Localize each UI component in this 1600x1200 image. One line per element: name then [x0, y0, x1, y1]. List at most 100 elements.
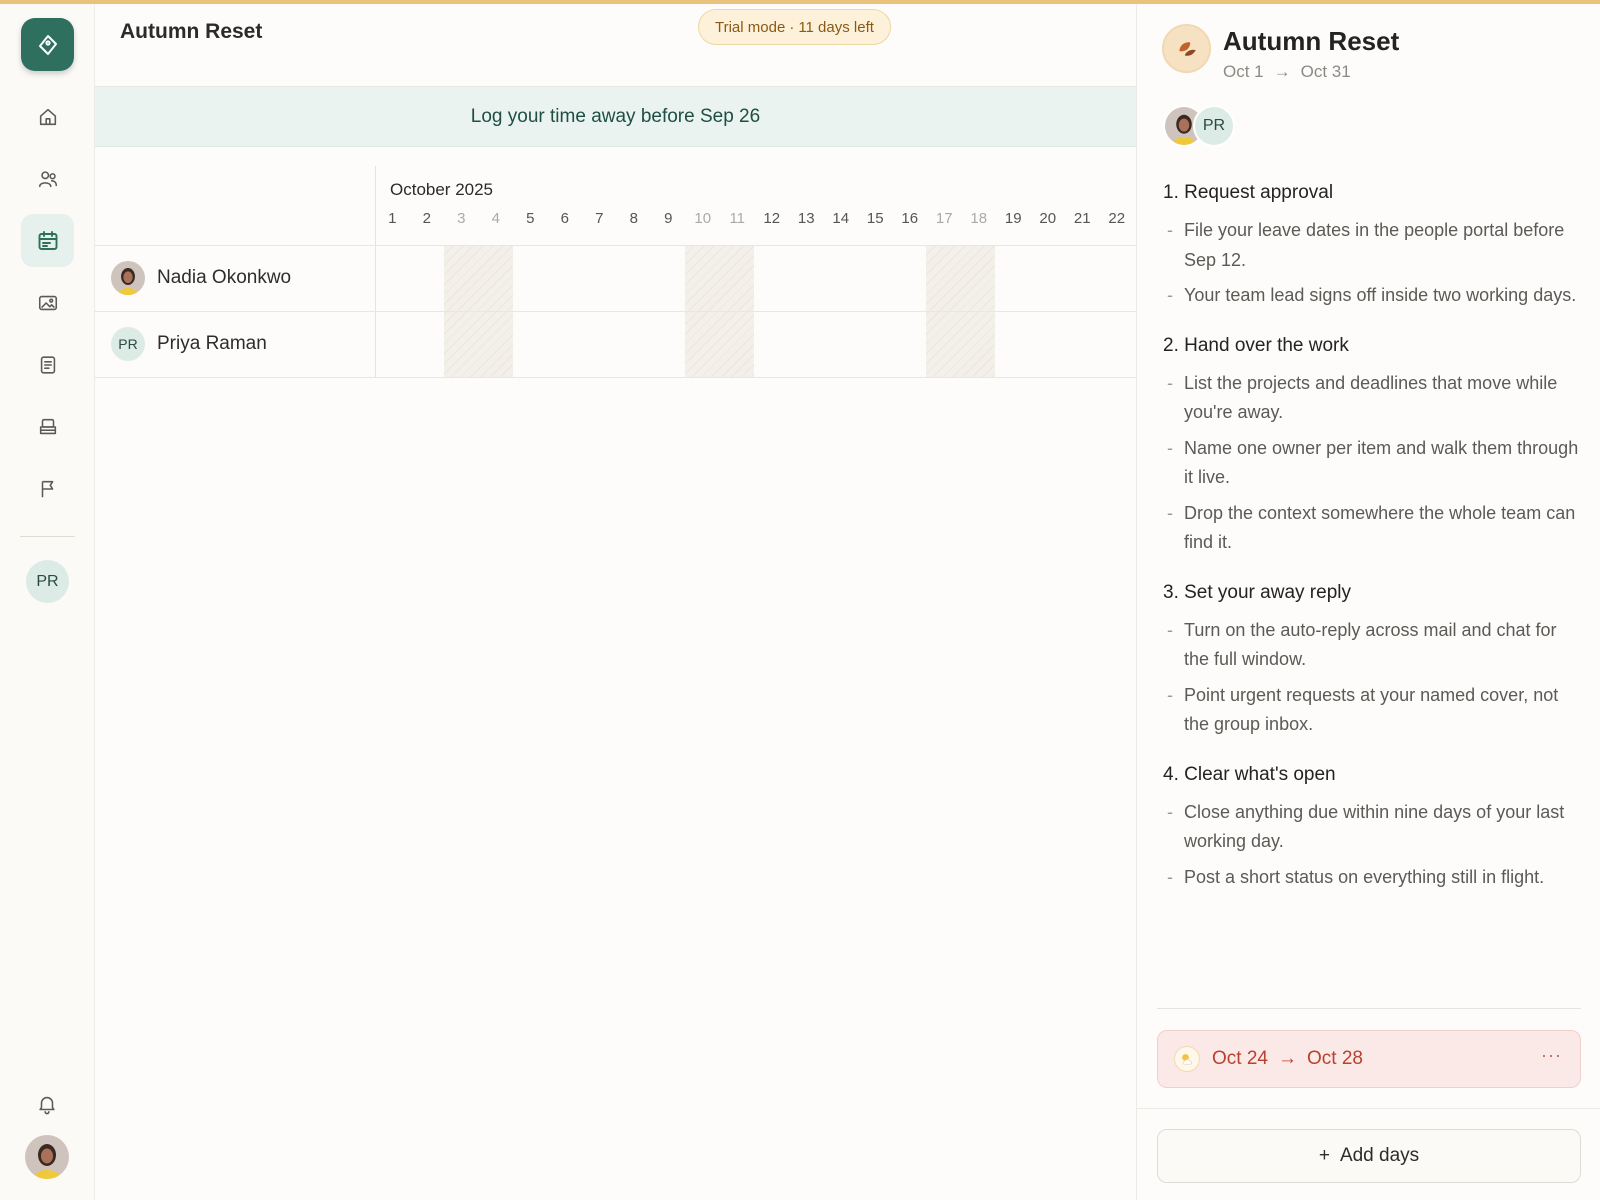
- calendar-day: 21: [1073, 210, 1091, 227]
- table-row[interactable]: Nadia Okonkwo: [111, 258, 291, 298]
- person-avatar: [111, 261, 145, 295]
- calendar-icon: [36, 229, 60, 253]
- add-days-button[interactable]: + Add days: [1157, 1129, 1581, 1183]
- person-name: Nadia Okonkwo: [157, 267, 292, 288]
- checklist: 1. Request approval File your leave dates…: [1163, 178, 1583, 912]
- calendar-day: 8: [629, 210, 638, 227]
- trial-separator: ·: [789, 18, 795, 36]
- weekend-shading: [444, 246, 513, 378]
- calendar-day: 14: [832, 210, 850, 227]
- page-title: Autumn Reset: [120, 20, 263, 43]
- sidebar-team-avatar[interactable]: PR: [26, 560, 69, 603]
- weekend-shading: [685, 246, 754, 378]
- leave-dates: Oct 24 → Oct 28: [1212, 1048, 1363, 1070]
- calendar-day: 4: [491, 210, 500, 227]
- sidebar-divider: [20, 536, 75, 537]
- event-end-date: Oct 31: [1300, 62, 1351, 81]
- leave-end-date: Oct 28: [1306, 1048, 1363, 1069]
- document-icon: [37, 354, 59, 376]
- step-title: 3. Set your away reply: [1163, 581, 1351, 603]
- checklist-step: 2. Hand over the work List the projects a…: [1163, 331, 1583, 558]
- list-item: Your team lead signs off inside two work…: [1163, 281, 1583, 311]
- tray-icon: [37, 416, 59, 438]
- trial-status-badge[interactable]: Trial mode · 11 days left: [698, 9, 891, 45]
- calendar-day: 7: [595, 210, 604, 227]
- deadline-banner: Log your time away before Sep 26: [95, 87, 1136, 147]
- table-row[interactable]: PR Priya Raman: [111, 324, 267, 364]
- checklist-step: 3. Set your away reply Turn on the auto-r…: [1163, 578, 1583, 740]
- leave-start-date: Oct 24: [1212, 1048, 1268, 1069]
- people-icon: [37, 168, 59, 190]
- user-avatar[interactable]: [25, 1135, 69, 1179]
- step-title: 2. Hand over the work: [1163, 334, 1349, 356]
- row-divider: [95, 311, 1136, 312]
- step-title: 4. Clear what's open: [1163, 763, 1336, 785]
- participants[interactable]: PR: [1163, 105, 1263, 147]
- event-title: Autumn Reset: [1223, 26, 1400, 56]
- calendar-day: 9: [664, 210, 673, 227]
- image-icon: [37, 292, 59, 314]
- event-start-date: Oct 1: [1223, 62, 1264, 81]
- tag-icon: [36, 33, 60, 57]
- checklist-step: 4. Clear what's open Close anything due w…: [1163, 760, 1583, 893]
- top-accent-bar: [0, 0, 1600, 4]
- list-item: Close anything due within nine days of y…: [1163, 798, 1583, 857]
- person-avatar: PR: [111, 327, 145, 361]
- list-item: File your leave dates in the people port…: [1163, 216, 1583, 275]
- trial-days-left: 11 days left: [798, 18, 874, 36]
- sidebar-item-gallery[interactable]: [21, 276, 74, 329]
- participant-avatar-initials: PR: [1193, 105, 1235, 147]
- sun-cloud-icon: [1174, 1046, 1200, 1072]
- arrow-right-icon: →: [1277, 1048, 1297, 1069]
- list-item: List the projects and deadlines that mov…: [1163, 369, 1583, 428]
- leave-entry-card[interactable]: Oct 24 → Oct 28 ···: [1157, 1030, 1581, 1088]
- banner-text: Log your time away before Sep 26: [470, 105, 761, 127]
- calendar-day: 1: [388, 210, 397, 227]
- step-items: Turn on the auto-reply across mail and c…: [1163, 616, 1583, 740]
- footer-divider: [1137, 1108, 1600, 1109]
- calendar-day: 5: [526, 210, 535, 227]
- more-options-button[interactable]: ···: [1541, 1045, 1562, 1066]
- home-icon: [37, 106, 59, 128]
- calendar-day: 6: [560, 210, 569, 227]
- calendar-day-header: 1 2 3 4 5 6 7 8 9 10 11 12 13 14 15 16 17 18 19 20 21 22: [375, 210, 1136, 232]
- trial-label: Trial mode: [715, 18, 786, 36]
- calendar-month: October 2025: [390, 180, 494, 199]
- sidebar-item-calendar[interactable]: [21, 214, 74, 267]
- event-dates: Oct 1 → Oct 31: [1223, 62, 1351, 82]
- checklist-step: 1. Request approval File your leave dates…: [1163, 178, 1583, 311]
- event-icon: [1162, 24, 1211, 73]
- calendar-day: 22: [1108, 210, 1126, 227]
- bell-icon: [36, 1093, 58, 1115]
- list-item: Drop the context somewhere the whole tea…: [1163, 499, 1583, 558]
- panel-divider: [1157, 1008, 1581, 1009]
- list-item: Turn on the auto-reply across mail and c…: [1163, 616, 1583, 675]
- sidebar: PR: [0, 4, 95, 1200]
- names-column-divider: [375, 166, 376, 378]
- calendar-day: 13: [797, 210, 815, 227]
- step-items: List the projects and deadlines that mov…: [1163, 369, 1583, 558]
- calendar-day: 18: [970, 210, 988, 227]
- notifications-button[interactable]: [33, 1090, 61, 1118]
- calendar-day: 3: [457, 210, 466, 227]
- sidebar-item-people[interactable]: [21, 152, 74, 205]
- main-area: Autumn Reset Trial mode · 11 days left L…: [95, 4, 1136, 1200]
- row-divider: [95, 245, 1136, 246]
- calendar-day: 12: [763, 210, 781, 227]
- app-logo[interactable]: [21, 18, 74, 71]
- leaf-icon: [1174, 36, 1200, 62]
- calendar-day: 19: [1004, 210, 1022, 227]
- person-name: Priya Raman: [157, 333, 267, 354]
- sidebar-item-documents[interactable]: [21, 338, 74, 391]
- plus-icon: +: [1318, 1145, 1330, 1166]
- list-item: Post a short status on everything still …: [1163, 863, 1583, 893]
- calendar-day: 20: [1039, 210, 1057, 227]
- weekend-shading: [926, 246, 995, 378]
- row-divider: [95, 377, 1136, 378]
- add-days-label: Add days: [1339, 1145, 1420, 1166]
- sidebar-item-milestones[interactable]: [21, 462, 74, 515]
- sidebar-item-home[interactable]: [21, 90, 74, 143]
- calendar-day: 17: [935, 210, 953, 227]
- sidebar-item-inbox[interactable]: [21, 400, 74, 453]
- calendar-day: 10: [694, 210, 712, 227]
